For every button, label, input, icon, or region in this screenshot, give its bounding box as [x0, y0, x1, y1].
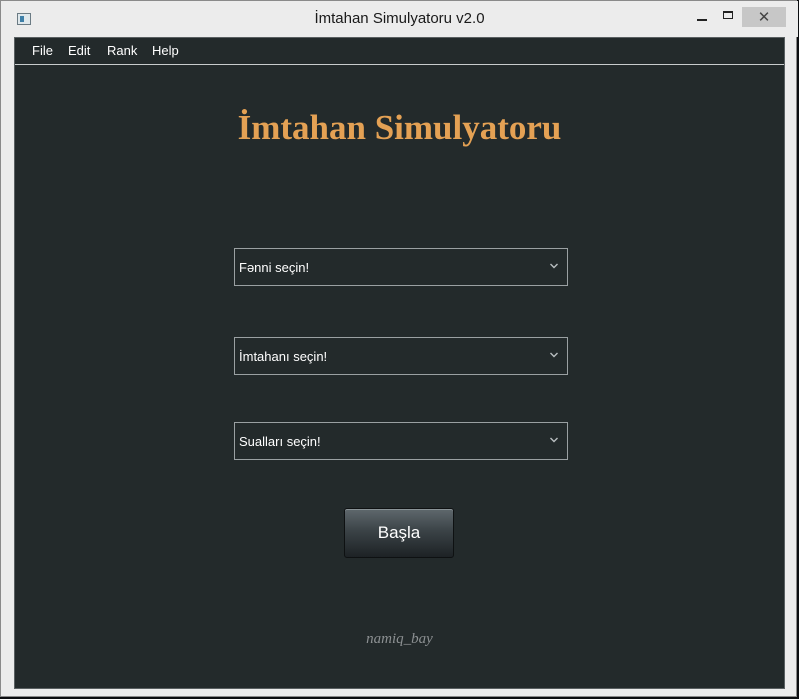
subject-select-value: Fənni seçin! [239, 260, 310, 275]
author-credit: namiq_bay [366, 631, 433, 647]
app-window: İmtahan Simulyatoru v2.0 ✕ File Edit Ran… [0, 0, 798, 697]
close-button[interactable]: ✕ [742, 7, 786, 27]
menu-rank[interactable]: Rank [107, 43, 137, 58]
subject-select[interactable]: Fənni seçin! [234, 248, 568, 286]
minimize-button[interactable] [693, 7, 713, 27]
title-bar[interactable]: İmtahan Simulyatoru v2.0 ✕ [1, 1, 798, 37]
menu-file[interactable]: File [32, 43, 53, 58]
chevron-down-icon [550, 437, 558, 443]
start-button[interactable]: Başla [344, 508, 454, 558]
exam-select[interactable]: İmtahanı seçin! [234, 337, 568, 375]
page-title: İmtahan Simulyatoru [237, 108, 562, 147]
questions-select-value: Sualları seçin! [239, 434, 321, 449]
minimize-icon [697, 19, 707, 21]
menu-edit[interactable]: Edit [68, 43, 90, 58]
exam-select-value: İmtahanı seçin! [239, 349, 328, 364]
menu-help[interactable]: Help [152, 43, 179, 58]
chevron-down-icon [550, 263, 558, 269]
menu-bar: File Edit Rank Help [15, 38, 784, 65]
maximize-button[interactable] [719, 7, 739, 27]
client-area: File Edit Rank Help İmtahan Simulyatoru … [14, 37, 785, 689]
close-icon: ✕ [757, 8, 771, 26]
chevron-down-icon [550, 352, 558, 358]
questions-select[interactable]: Sualları seçin! [234, 422, 568, 460]
maximize-icon [723, 11, 733, 19]
window-title: İmtahan Simulyatoru v2.0 [314, 10, 485, 27]
